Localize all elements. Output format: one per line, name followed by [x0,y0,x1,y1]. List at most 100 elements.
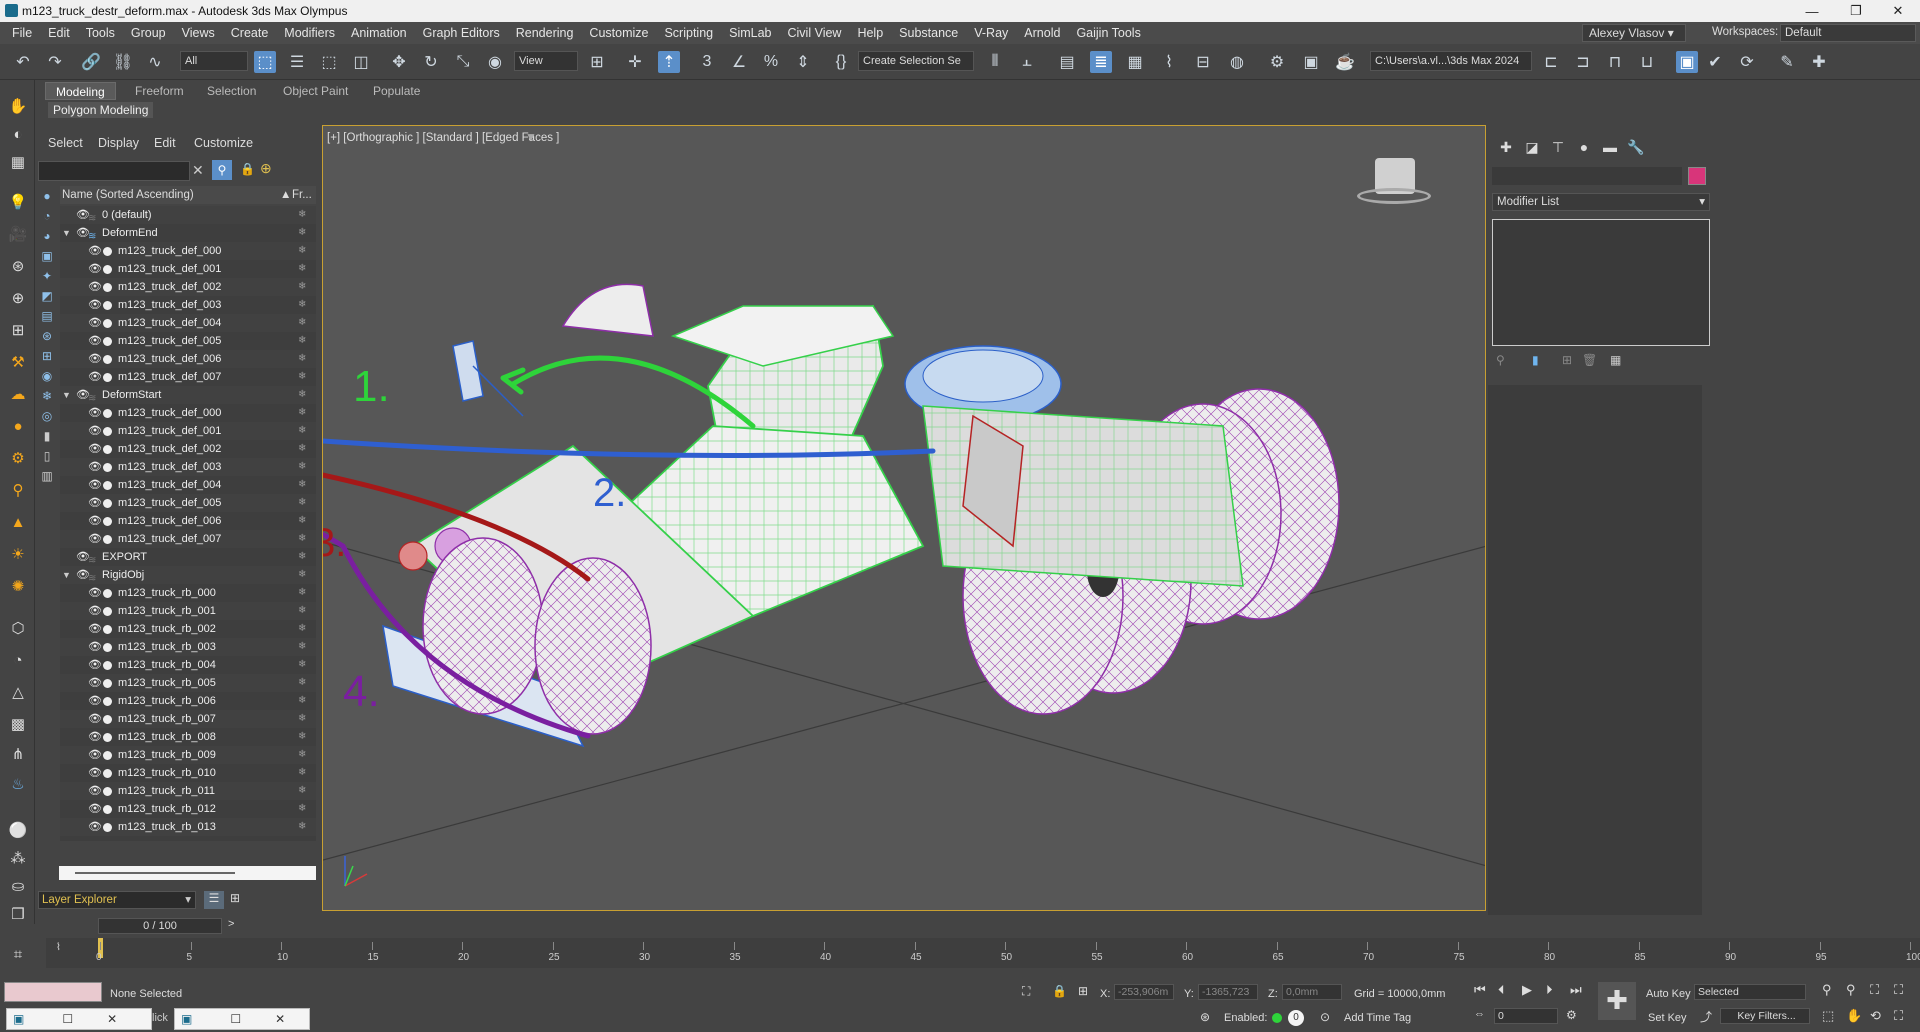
maxscript-listener-field[interactable] [4,982,102,1002]
object-name-field[interactable] [1492,167,1682,185]
systems-icon[interactable]: ⊞ [6,318,30,342]
object-row[interactable]: 👁 m123_truck_def_004 ❄ [60,314,316,332]
container-icon[interactable]: ⊏ [1540,51,1562,73]
filter-all-icon[interactable]: ▮ [39,428,55,444]
tube-icon[interactable]: ⚲ [6,478,30,502]
hierarchy-icon[interactable]: ◐ [6,122,30,146]
layer-row[interactable]: 👁 ≋ EXPORT ❄ [60,548,316,566]
modifier-stack[interactable] [1492,219,1710,346]
pin-stack-icon[interactable]: ⚲ [1496,353,1505,367]
freeze-icon[interactable]: ❄ [298,440,306,458]
go-to-end-icon[interactable]: ⏭ [1570,982,1582,998]
next-key-icon[interactable]: ⏵ [1546,982,1553,998]
grass-icon[interactable]: ⋔ [6,742,30,766]
checkmark-icon[interactable]: ✔ [1704,51,1726,73]
current-frame-field[interactable]: 0 [1494,1008,1558,1024]
menu-item-group[interactable]: Group [123,26,174,40]
ribbon-tab-modeling[interactable]: Modeling [45,82,116,100]
visibility-eye-icon[interactable]: 👁 [88,710,102,728]
placement-icon[interactable]: ◉ [484,51,506,73]
zoom-icon[interactable]: ⚲ [1822,982,1832,998]
freeze-icon[interactable]: ❄ [298,818,306,836]
visibility-eye-icon[interactable]: 👁 [88,422,102,440]
explorer-menu-select[interactable]: Select [48,136,83,150]
maximize-viewport-icon[interactable]: ⛶ [1894,1008,1903,1024]
paint-icon[interactable]: ✎ [1776,51,1798,73]
object-row[interactable]: 👁 m123_truck_rb_009 ❄ [60,746,316,764]
menu-item-gaijin-tools[interactable]: Gaijin Tools [1068,26,1148,40]
menu-item-civil-view[interactable]: Civil View [780,26,850,40]
workspace-dropdown[interactable]: Default [1780,24,1916,42]
explorer-menu-display[interactable]: Display [98,136,139,150]
configure-modifier-icon[interactable]: ▦ [1610,353,1621,367]
minimize-button[interactable]: — [1790,0,1834,22]
track-bar-icon[interactable]: ⌇ [56,942,61,953]
object-row[interactable]: 👁 m123_truck_def_006 ❄ [60,512,316,530]
freeze-icon[interactable]: ❄ [298,692,306,710]
freeze-icon[interactable]: ❄ [298,728,306,746]
object-row[interactable]: 👁 m123_truck_def_006 ❄ [60,350,316,368]
sync-icon[interactable]: ⟳ [1736,51,1758,73]
object-row[interactable]: 👁 m123_truck_def_000 ❄ [60,242,316,260]
render-icon[interactable]: ☕ [1334,51,1356,73]
box-icon[interactable]: ⬡ [6,616,30,640]
freeze-icon[interactable]: ❄ [298,584,306,602]
freeze-icon[interactable]: ❄ [298,494,306,512]
project-folder-dropdown[interactable]: C:\Users\a.vl...\3ds Max 2024 [1370,51,1532,71]
object-row[interactable]: 👁 m123_truck_def_002 ❄ [60,278,316,296]
filter-icon[interactable]: ⚲ [212,160,232,180]
maximize-button[interactable]: ❐ [1834,0,1878,22]
explorer-horizontal-scrollbar[interactable] [59,866,316,880]
selection-lock-icon[interactable]: 🔒 [1052,984,1067,998]
layer-stack-icon[interactable]: ☰ [204,891,224,909]
cone-icon[interactable]: ▲ [6,510,30,534]
freeze-icon[interactable]: ❄ [298,260,306,278]
taskbar-window-1[interactable]: ▣ ☐ ✕ [6,1008,152,1030]
filter-spacewarps-icon[interactable]: ◩ [39,288,55,304]
zoom-all-icon[interactable]: ⚲ [1846,982,1856,998]
freeze-icon[interactable]: ❄ [298,620,306,638]
light-icon[interactable]: 💡 [6,190,30,214]
unlink-icon[interactable]: ⛓ [112,51,134,73]
schematic-view-icon[interactable]: ⊟ [1192,51,1214,73]
fire-icon[interactable]: ♨ [6,772,30,796]
show-end-result-icon[interactable]: ▮ [1532,353,1539,367]
visibility-eye-icon[interactable]: 👁 [76,548,90,566]
visibility-eye-icon[interactable]: 👁 [88,458,102,476]
bind-spacewarp-icon[interactable]: ∿ [144,51,166,73]
x-coord-field[interactable]: -253,906m [1114,984,1174,1000]
pan-icon[interactable]: ✋ [1846,1008,1862,1024]
spark-icon[interactable]: ✺ [6,574,30,598]
object-row[interactable]: 👁 m123_truck_def_001 ❄ [60,260,316,278]
visibility-eye-icon[interactable]: 👁 [88,728,102,746]
filter-containers-icon[interactable]: ◉ [39,368,55,384]
camera-icon[interactable]: 🎥 [6,222,30,246]
object-row[interactable]: 👁 m123_truck_def_003 ❄ [60,296,316,314]
particles-icon[interactable]: ⁂ [6,846,30,870]
visibility-eye-icon[interactable]: 👁 [88,800,102,818]
visibility-eye-icon[interactable]: 👁 [88,314,102,332]
time-config-icon[interactable]: ⊛ [1200,1010,1210,1024]
keyboard-shortcut-icon[interactable]: ⇡ [658,51,680,73]
layer-row[interactable]: ▼ 👁 ≋ DeformEnd ❄ [60,224,316,242]
restore-icon[interactable]: ☐ [62,1012,73,1026]
percent-snap-icon[interactable]: % [760,51,782,73]
close-icon[interactable]: ✕ [275,1012,285,1026]
menu-item-simlab[interactable]: SimLab [721,26,779,40]
object-color-swatch[interactable] [1688,167,1706,185]
align-icon[interactable]: ⫠ [1016,51,1038,73]
expand-arrow-icon[interactable]: ▼ [62,386,72,404]
display-icon[interactable]: ▦ [6,150,30,174]
ribbon-tab-object-paint[interactable]: Object Paint [273,82,358,100]
freeze-icon[interactable]: ❄ [298,278,306,296]
move-icon[interactable]: ✥ [388,51,410,73]
visibility-eye-icon[interactable]: 👁 [88,332,102,350]
object-row[interactable]: 👁 m123_truck_rb_007 ❄ [60,710,316,728]
freeze-icon[interactable]: ❄ [298,332,306,350]
object-row[interactable]: 👁 m123_truck_def_007 ❄ [60,368,316,386]
ribbon-tab-selection[interactable]: Selection [197,82,266,100]
clear-search-icon[interactable]: ✕ [192,162,204,179]
named-selection-dropdown[interactable]: Create Selection Se [858,51,974,71]
gear-icon[interactable]: ⚙ [6,446,30,470]
scale-icon[interactable]: ⤡ [452,51,474,73]
